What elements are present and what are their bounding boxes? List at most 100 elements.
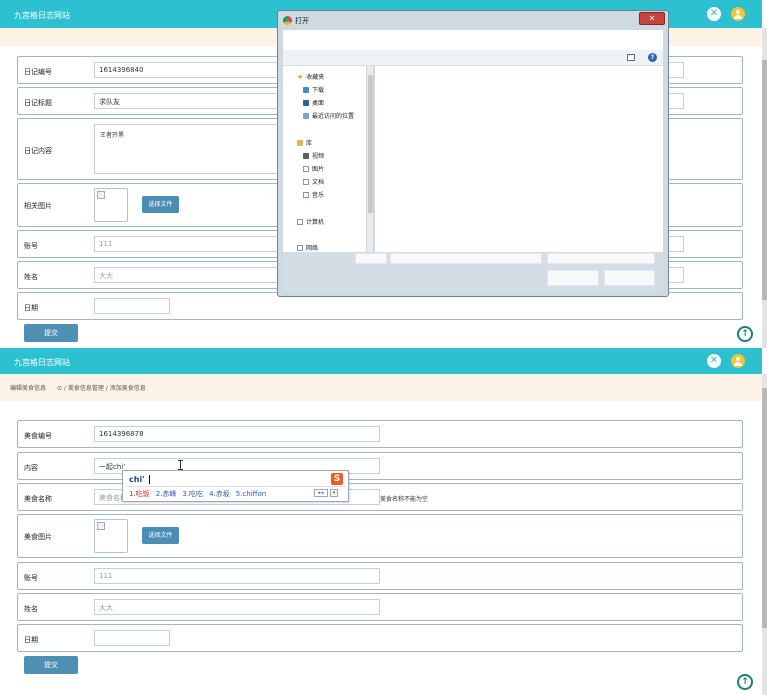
video-icon	[303, 153, 309, 159]
nav-item-libraries[interactable]: 库	[297, 138, 312, 147]
filename-input[interactable]	[390, 253, 542, 264]
filename-label-box	[355, 253, 387, 264]
nav-item-downloads[interactable]: 下载	[303, 85, 324, 94]
image-preview	[94, 188, 128, 222]
diary-title-label: 日记标题	[24, 99, 52, 107]
diary-edit-panel: 九宫格日志网站 ✕ 日记编号 1614396840 日记标题 求队友 日记内容 …	[0, 0, 767, 348]
nav-label-recent: 最近访问的位置	[312, 113, 355, 120]
star-icon: ★	[297, 73, 304, 81]
nav-item-computer[interactable]: 计算机	[297, 217, 324, 226]
user-avatar-icon[interactable]	[731, 7, 745, 21]
related-image-label: 相关图片	[24, 202, 52, 210]
ime-candidate-window: chi' S 1.吃饭 2.赤峰 3.吃吃 4.赤坂 5.chiffon ◂ ▸ ▾	[122, 470, 349, 502]
form-row-food-id: 美食编号 1614396878	[17, 420, 743, 448]
breadcrumb-path[interactable]: ⊙ / 美食信息管理 / 添加美食信息	[57, 385, 146, 392]
nav-scrollbar[interactable]	[366, 66, 373, 252]
name-input[interactable]: 大大	[94, 599, 380, 615]
nav-label-downloads: 下载	[312, 87, 325, 94]
diary-content-textarea[interactable]: 王者开黑	[94, 124, 284, 174]
nav-label-favorites: 收藏夹	[306, 74, 325, 81]
scroll-top-icon[interactable]: ↑	[737, 326, 753, 342]
user-avatar-icon[interactable]	[731, 354, 745, 368]
form-row-name: 姓名 大大	[17, 593, 743, 621]
dialog-open-button[interactable]	[547, 270, 599, 286]
recent-places-icon	[303, 113, 309, 119]
sogou-logo-icon[interactable]: S	[331, 473, 343, 485]
page-scrollbar-thumb[interactable]	[762, 388, 767, 628]
app-title: 九宫格日志网站	[14, 11, 70, 20]
food-name-label: 美食名称	[24, 495, 52, 503]
ime-composition: chi'	[129, 475, 145, 484]
dialog-toolbar: ?	[283, 50, 663, 66]
computer-icon	[297, 219, 303, 225]
name-label: 姓名	[24, 605, 38, 613]
ime-candidate[interactable]: 2.赤峰	[156, 490, 177, 498]
food-name-error: 美食名称不能为空	[380, 496, 429, 503]
view-mode-icon[interactable]	[627, 54, 635, 61]
help-icon[interactable]: ?	[648, 53, 657, 62]
nav-label-documents: 文档	[312, 179, 325, 186]
dialog-close-button[interactable]: ✕	[639, 12, 665, 25]
food-edit-panel: 九宫格日志网站 ✕ 编辑美食信息 ⊙ / 美食信息管理 / 添加美食信息 美食编号…	[0, 348, 767, 695]
nav-item-documents[interactable]: 文档	[303, 177, 324, 186]
dialog-navigation-pane: ★ 收藏夹 下载 桌面 最近访问的位置 库 视频 图片 文档 音乐 计算机 网络	[283, 66, 373, 252]
music-icon	[303, 192, 309, 198]
text-cursor-icon	[178, 460, 183, 470]
documents-icon	[303, 179, 309, 185]
dialog-titlebar[interactable]: 打开 ✕	[278, 11, 668, 30]
nav-label-computer: 计算机	[306, 219, 325, 226]
nav-item-favorites[interactable]: ★ 收藏夹	[297, 72, 324, 81]
file-type-select[interactable]	[547, 253, 655, 264]
file-open-dialog: 打开 ✕ ? ★ 收藏夹 下载 桌面 最近访问的位置 库 视频 图片 文档 音乐 …	[277, 10, 669, 297]
nav-item-pictures[interactable]: 图片	[303, 164, 324, 173]
account-label: 账号	[24, 574, 38, 582]
name-label: 姓名	[24, 273, 38, 281]
account-input[interactable]: 111	[94, 568, 380, 584]
ime-expand-icon[interactable]: ▾	[330, 489, 338, 497]
scroll-top-icon[interactable]: ↑	[737, 674, 753, 690]
close-icon[interactable]: ✕	[707, 354, 721, 368]
nav-label-pictures: 图片	[312, 166, 325, 173]
form-row-date: 日期	[17, 624, 743, 652]
breadcrumb-area: 编辑美食信息 ⊙ / 美食信息管理 / 添加美食信息	[0, 374, 762, 401]
ime-candidate[interactable]: 3.吃吃	[182, 490, 203, 498]
network-icon	[297, 245, 303, 251]
food-id-input[interactable]: 1614396878	[94, 426, 380, 442]
ime-candidate[interactable]: 4.赤坂	[209, 490, 230, 498]
submit-button[interactable]: 提交	[24, 656, 78, 674]
nav-item-music[interactable]: 音乐	[303, 190, 324, 199]
choose-file-button[interactable]: 选择文件	[142, 527, 179, 544]
diary-id-label: 日记编号	[24, 68, 52, 76]
diary-content-label: 日记内容	[24, 147, 52, 155]
desktop-icon	[303, 100, 309, 106]
nav-item-videos[interactable]: 视频	[303, 151, 324, 160]
ime-candidate[interactable]: 1.吃饭	[129, 490, 150, 498]
dialog-bottom-bar	[283, 252, 663, 292]
nav-item-recent[interactable]: 最近访问的位置	[303, 111, 354, 120]
dialog-address-bar[interactable]	[283, 30, 663, 50]
close-icon[interactable]: ✕	[707, 7, 721, 21]
ime-candidate[interactable]: 5.chiffon	[236, 490, 266, 498]
account-label: 账号	[24, 242, 38, 250]
submit-button[interactable]: 提交	[24, 324, 78, 342]
ime-page-arrows-icon[interactable]: ◂ ▸	[314, 489, 328, 497]
nav-item-desktop[interactable]: 桌面	[303, 98, 324, 107]
form-row-account: 账号 111	[17, 562, 743, 590]
image-preview	[94, 519, 128, 553]
pictures-icon	[303, 166, 309, 172]
date-input[interactable]	[94, 298, 170, 314]
date-label: 日期	[24, 636, 38, 644]
dialog-cancel-button[interactable]	[604, 270, 655, 286]
food-id-label: 美食编号	[24, 432, 52, 440]
nav-item-network[interactable]: 网络	[297, 243, 318, 252]
dialog-file-list[interactable]	[375, 66, 663, 252]
ime-candidate-list: 1.吃饭 2.赤峰 3.吃吃 4.赤坂 5.chiffon	[129, 489, 272, 499]
choose-file-button[interactable]: 选择文件	[142, 196, 179, 213]
date-input[interactable]	[94, 630, 170, 646]
nav-label-videos: 视频	[312, 153, 325, 160]
page-scrollbar-thumb[interactable]	[762, 60, 767, 300]
nav-scrollbar-thumb[interactable]	[368, 75, 373, 213]
browser-icon	[283, 16, 292, 25]
form-row-food-image: 美食图片 选择文件	[17, 514, 743, 558]
app-title: 九宫格日志网站	[14, 358, 70, 367]
